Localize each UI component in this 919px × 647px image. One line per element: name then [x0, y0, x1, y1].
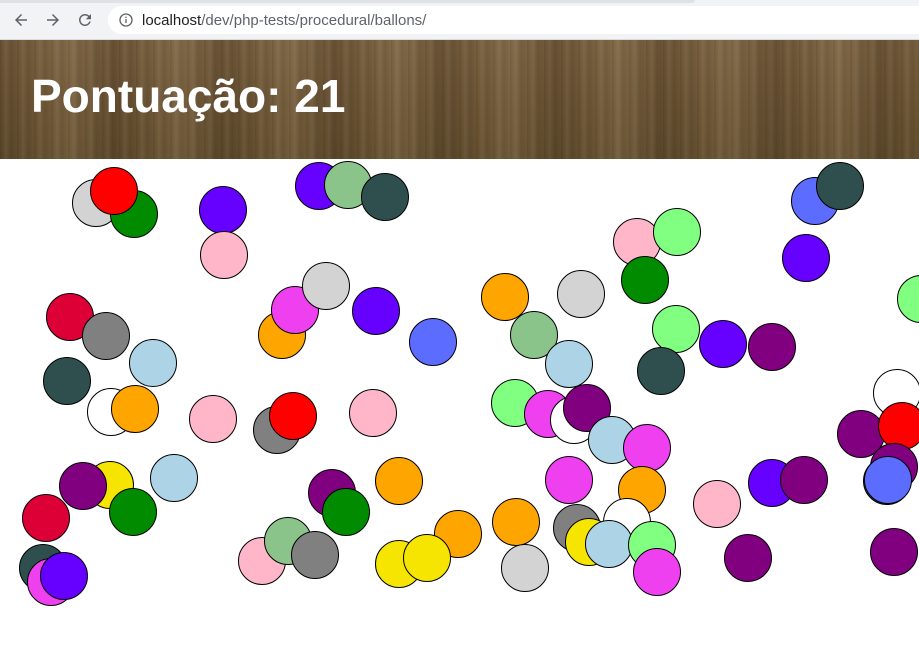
address-bar[interactable]: localhost/dev/php-tests/procedural/ballo… — [108, 6, 919, 34]
balloon[interactable] — [633, 548, 681, 596]
balloon[interactable] — [111, 385, 159, 433]
game-area — [0, 159, 919, 647]
balloon[interactable] — [291, 531, 339, 579]
browser-toolbar: localhost/dev/php-tests/procedural/ballo… — [0, 0, 919, 40]
balloon[interactable] — [724, 534, 772, 582]
balloon[interactable] — [43, 357, 91, 405]
balloon[interactable] — [693, 480, 741, 528]
balloon[interactable] — [322, 488, 370, 536]
balloon[interactable] — [545, 456, 593, 504]
balloon[interactable] — [269, 392, 317, 440]
score-label: Pontuação: — [31, 70, 282, 122]
balloon[interactable] — [199, 186, 247, 234]
balloon[interactable] — [40, 552, 88, 600]
balloon[interactable] — [545, 340, 593, 388]
arrow-right-icon — [47, 14, 59, 26]
balloon[interactable] — [129, 339, 177, 387]
balloon[interactable] — [699, 320, 747, 368]
balloon[interactable] — [22, 494, 70, 542]
balloon[interactable] — [585, 520, 633, 568]
back-button[interactable] — [9, 8, 33, 32]
score-display: Pontuação: 21 — [31, 73, 345, 119]
balloon[interactable] — [189, 395, 237, 443]
tab-strip-edge — [0, 0, 695, 3]
url-path: /dev/php-tests/procedural/ballons/ — [201, 11, 427, 29]
balloon[interactable] — [349, 389, 397, 437]
balloon[interactable] — [870, 528, 918, 576]
balloon[interactable] — [864, 456, 912, 504]
balloon[interactable] — [780, 456, 828, 504]
url-host: localhost — [142, 11, 202, 29]
url-text: localhost/dev/php-tests/procedural/ballo… — [142, 12, 426, 29]
wood-header: Pontuação: 21 — [0, 40, 919, 159]
balloon[interactable] — [816, 162, 864, 210]
balloon[interactable] — [623, 424, 671, 472]
balloon[interactable] — [557, 270, 605, 318]
balloon[interactable] — [897, 275, 919, 323]
balloon[interactable] — [782, 234, 830, 282]
balloon[interactable] — [748, 323, 796, 371]
balloon[interactable] — [352, 287, 400, 335]
info-icon[interactable] — [118, 12, 134, 28]
balloon[interactable] — [59, 462, 107, 510]
balloon[interactable] — [90, 167, 138, 215]
reload-icon — [78, 13, 91, 26]
balloon[interactable] — [82, 312, 130, 360]
balloon[interactable] — [200, 231, 248, 279]
balloon[interactable] — [403, 534, 451, 582]
balloon[interactable] — [637, 347, 685, 395]
arrow-left-icon — [15, 14, 27, 26]
balloon[interactable] — [109, 488, 157, 536]
balloon[interactable] — [375, 457, 423, 505]
score-value: 21 — [294, 70, 346, 122]
balloon[interactable] — [409, 318, 457, 366]
balloon[interactable] — [621, 256, 669, 304]
balloon[interactable] — [492, 498, 540, 546]
balloon[interactable] — [302, 262, 350, 310]
balloon[interactable] — [501, 544, 549, 592]
reload-button[interactable] — [73, 8, 97, 32]
balloon[interactable] — [652, 305, 700, 353]
balloon[interactable] — [653, 208, 701, 256]
balloon[interactable] — [150, 454, 198, 502]
balloon[interactable] — [361, 173, 409, 221]
forward-button[interactable] — [41, 8, 65, 32]
